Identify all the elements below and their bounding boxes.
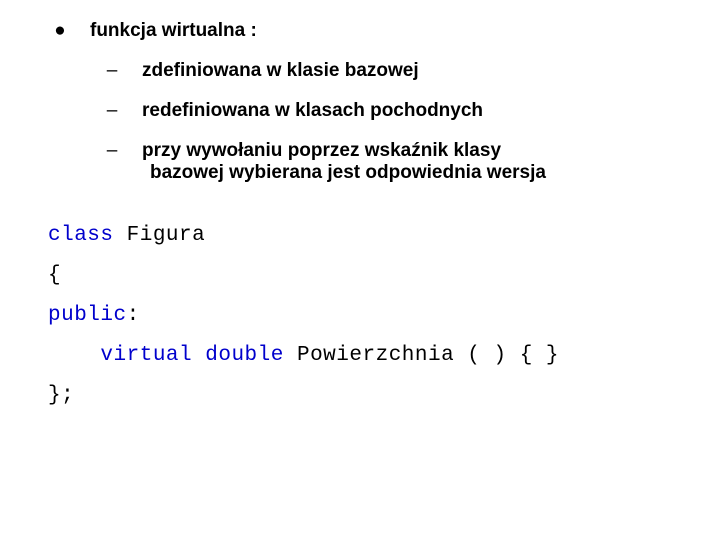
sub-bullet-1-text: zdefiniowana w klasie bazowej xyxy=(132,60,690,82)
identifier-powierzchnia: Powierzchnia ( ) { } xyxy=(284,344,559,367)
sub-bullet-3-text: przy wywołaniu poprzez wskaźnik klasy ba… xyxy=(132,140,690,184)
code-line-public: public: xyxy=(48,296,690,336)
main-bullet: ● funkcja wirtualna : xyxy=(30,20,690,42)
code-line-class: class Figura xyxy=(48,216,690,256)
main-bullet-text: funkcja wirtualna : xyxy=(90,20,690,42)
sub-bullet-2-text: redefiniowana w klasach pochodnych xyxy=(132,100,690,122)
space xyxy=(192,344,205,367)
keyword-virtual: virtual xyxy=(100,344,192,367)
keyword-public: public xyxy=(48,304,127,327)
sub-bullet-1: – zdefiniowana w klasie bazowej xyxy=(30,60,690,82)
colon: : xyxy=(127,304,140,327)
sub-bullet-3: – przy wywołaniu poprzez wskaźnik klasy … xyxy=(30,140,690,184)
sub-bullet-2: – redefiniowana w klasach pochodnych xyxy=(30,100,690,122)
keyword-double: double xyxy=(205,344,284,367)
dash-icon: – xyxy=(92,100,132,122)
identifier-figura: Figura xyxy=(114,224,206,247)
code-line-virtual: virtual double Powierzchnia ( ) { } xyxy=(48,336,690,376)
indent xyxy=(48,344,100,367)
keyword-class: class xyxy=(48,224,114,247)
slide: ● funkcja wirtualna : – zdefiniowana w k… xyxy=(0,0,720,435)
code-block: class Figura { public: virtual double Po… xyxy=(48,216,690,415)
dash-icon: – xyxy=(92,140,132,162)
sub3-line2: bazowej wybierana jest odpowiednia wersj… xyxy=(150,162,546,183)
dash-icon: – xyxy=(92,60,132,82)
sub3-line1: przy wywołaniu poprzez wskaźnik klasy xyxy=(142,140,501,161)
code-line-brace-close: }; xyxy=(48,376,690,416)
code-line-brace-open: { xyxy=(48,256,690,296)
bullet-dot-icon: ● xyxy=(30,20,90,42)
